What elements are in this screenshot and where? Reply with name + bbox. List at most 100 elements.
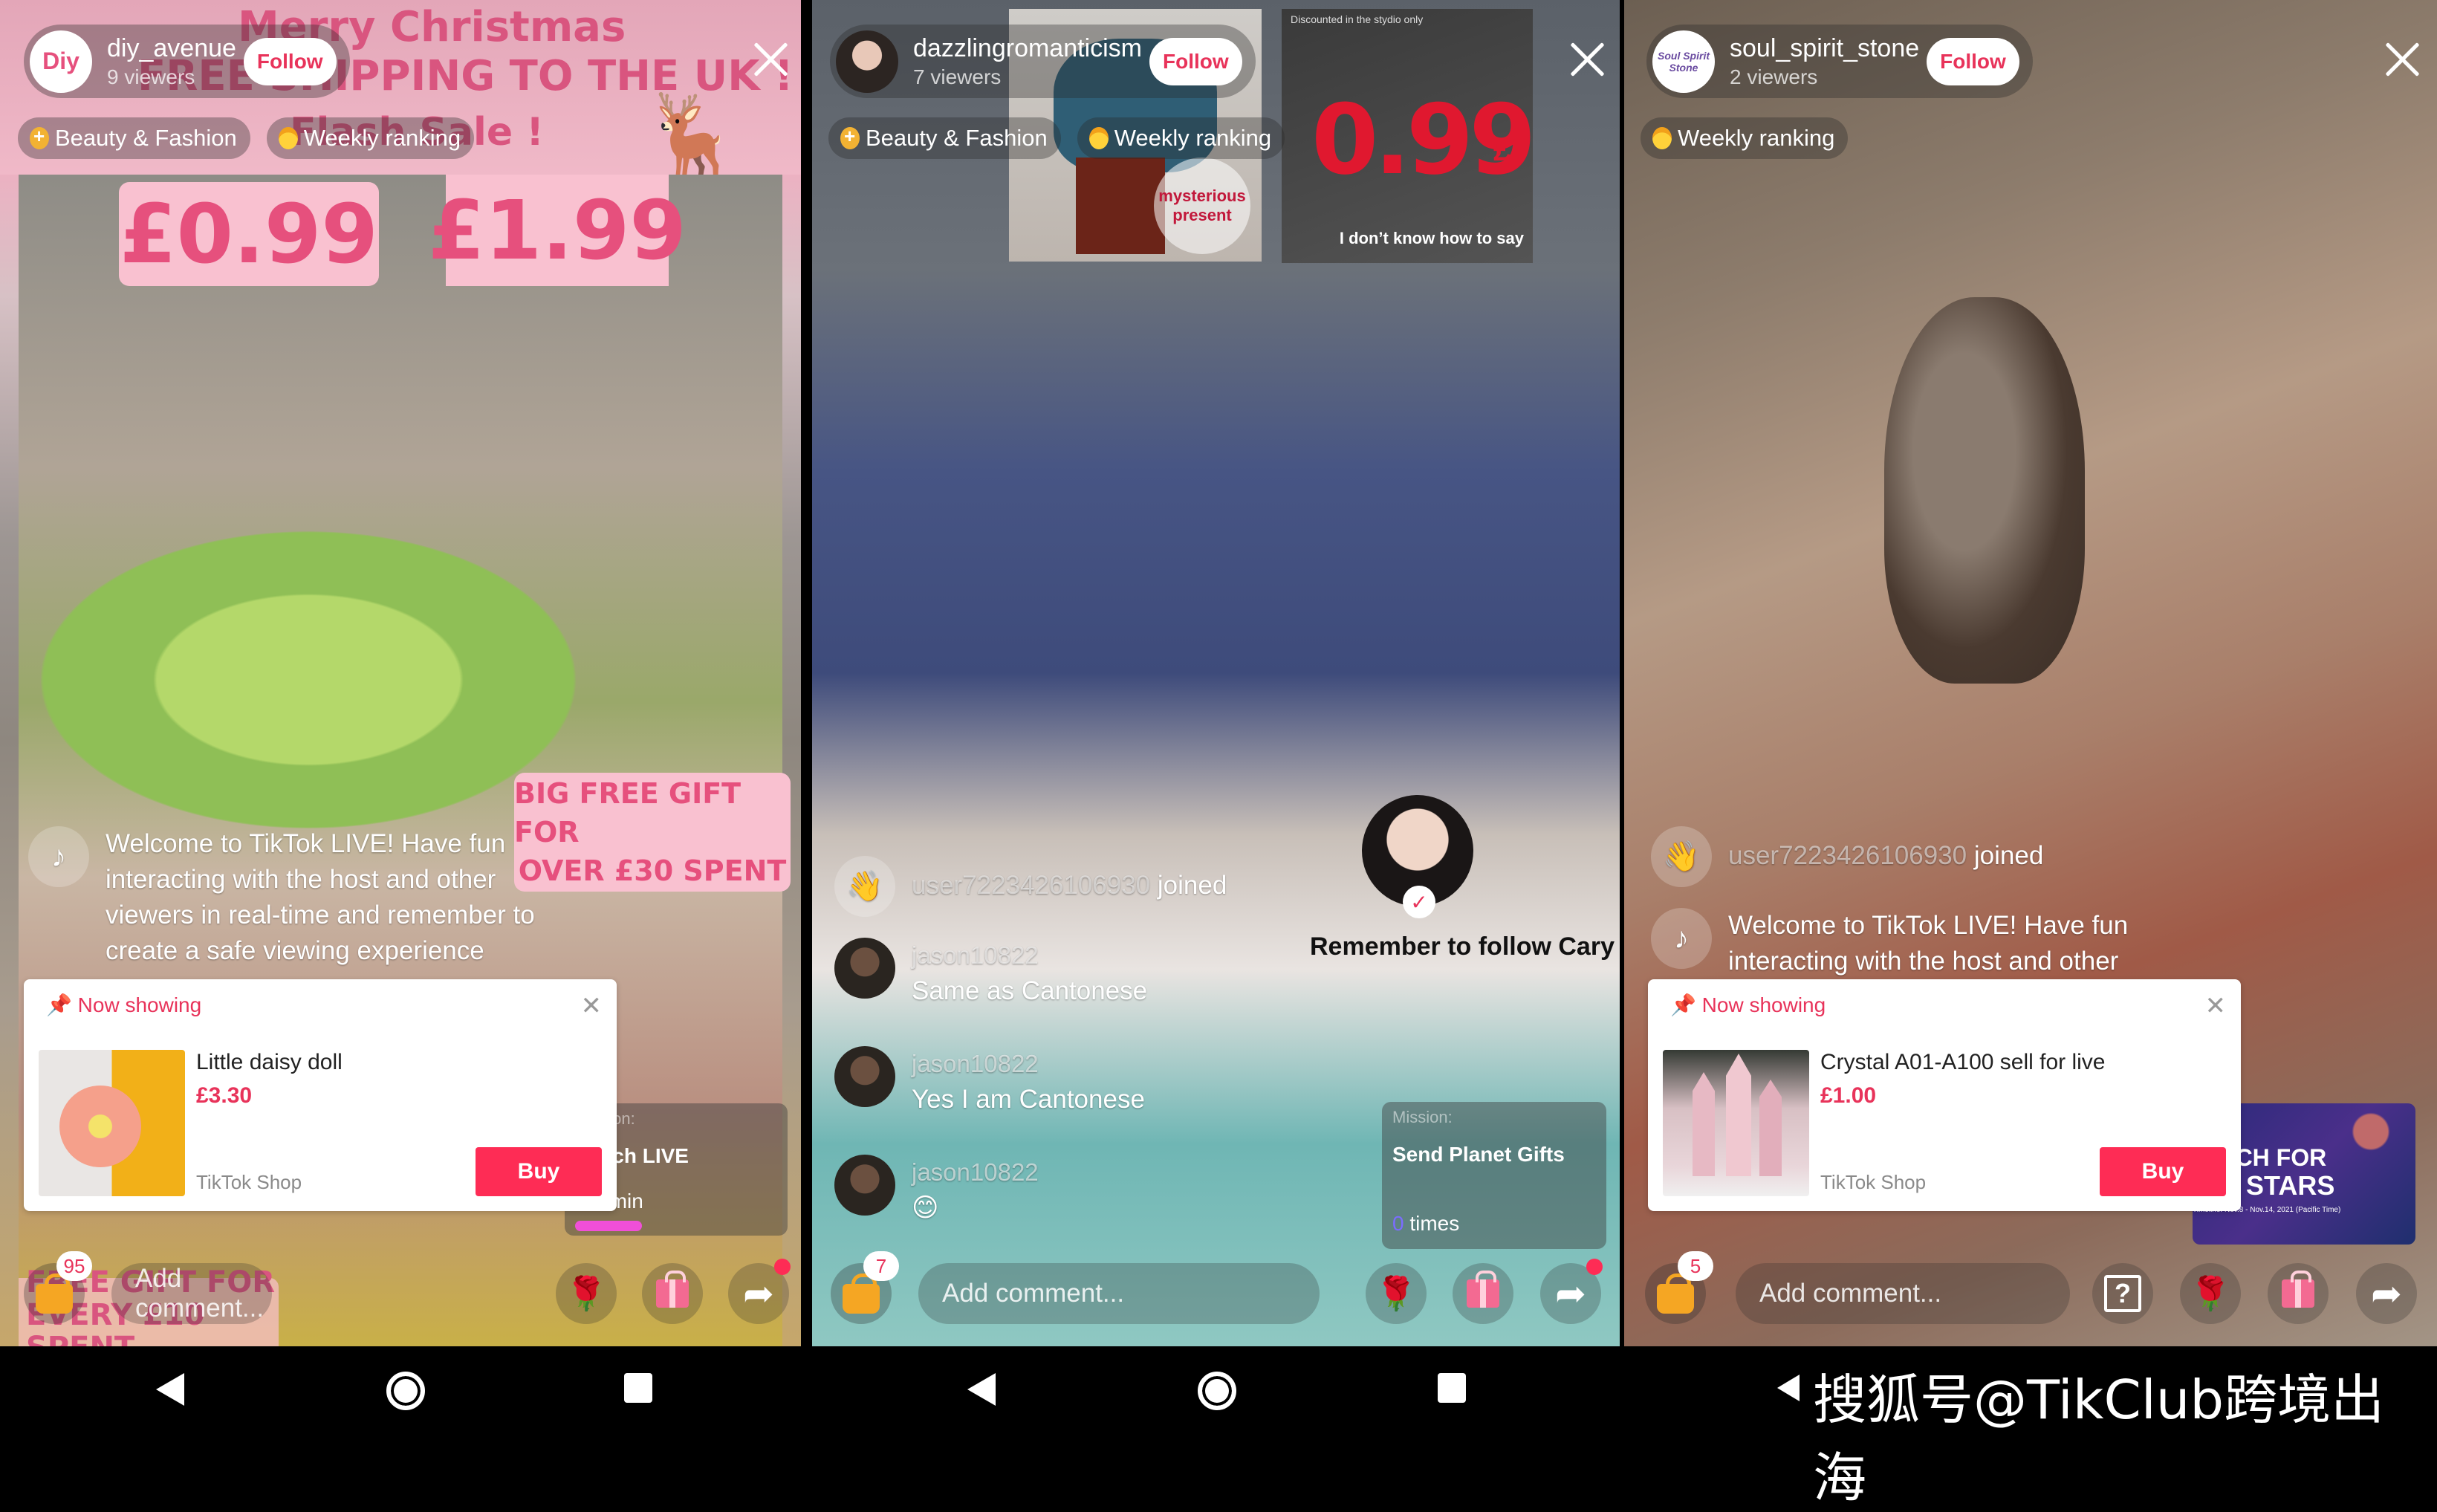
comment-input[interactable]: Add comment...	[918, 1263, 1320, 1324]
follow-reminder-text: Remember to follow Cary	[1310, 932, 1615, 961]
close-icon[interactable]: ✕	[2205, 991, 2227, 1021]
close-icon[interactable]	[1567, 39, 1607, 79]
gift-banner-line-2: OVER £30 SPENT	[518, 854, 787, 887]
chips: Beauty & Fashion Weekly ranking	[18, 117, 475, 159]
share-icon: ➦	[1555, 1273, 1586, 1314]
question-button[interactable]: ?	[2092, 1263, 2153, 1324]
shopping-bag-button[interactable]: 5	[1645, 1251, 1713, 1324]
gift-box-graphic	[1076, 158, 1165, 254]
product-image[interactable]	[39, 1050, 185, 1196]
product-title[interactable]: Crystal A01-A100 sell for live	[1820, 1050, 2106, 1075]
chip-label: Weekly ranking	[303, 125, 461, 151]
chip-label: Weekly ranking	[1114, 125, 1272, 151]
product-card[interactable]: 📌 Now showing ✕ Little daisy doll £3.30 …	[24, 979, 617, 1211]
gift-button[interactable]	[1453, 1263, 1513, 1324]
follow-button[interactable]: Follow	[243, 37, 337, 85]
follow-button[interactable]: Follow	[1927, 37, 2019, 85]
chip-weekly-ranking[interactable]: Weekly ranking	[1641, 117, 1849, 159]
chat-message-join: 👋 user7223426106930 joined	[834, 856, 1227, 917]
share-button[interactable]: ➦	[728, 1259, 791, 1324]
share-button[interactable]: ➦	[1540, 1259, 1603, 1324]
product-card[interactable]: 📌 Now showing ✕ Crystal A01-A100 sell fo…	[1648, 979, 2241, 1211]
product-image[interactable]	[1663, 1050, 1809, 1196]
rose-gift-button[interactable]: 🌹	[1366, 1263, 1427, 1324]
bag-icon-body	[1657, 1284, 1694, 1314]
close-icon[interactable]	[2382, 39, 2422, 79]
gift-button[interactable]	[642, 1263, 703, 1324]
host-username[interactable]: diy_avenue	[107, 33, 236, 64]
gift-icon	[656, 1271, 689, 1308]
chat-avatar[interactable]	[834, 1155, 895, 1216]
promo-caption: Discounted in the stydio only	[1291, 13, 1424, 25]
chat-user[interactable]: user7223426106930	[912, 871, 1150, 900]
buy-button[interactable]: Buy	[476, 1147, 602, 1196]
buy-button[interactable]: Buy	[2100, 1147, 2226, 1196]
share-icon: ➦	[743, 1273, 774, 1314]
chat-text: Welcome to TikTok LIVE! Have fun interac…	[1728, 911, 2129, 976]
chip-beauty-fashion[interactable]: Beauty & Fashion	[828, 117, 1061, 159]
viewer-count[interactable]: 7 viewers	[913, 64, 1142, 91]
host-username[interactable]: soul_spirit_stone	[1730, 33, 1919, 64]
viewer-count[interactable]: 9 viewers	[107, 64, 236, 91]
chips: Beauty & Fashion Weekly ranking	[828, 117, 1285, 159]
home-icon[interactable]	[386, 1372, 425, 1410]
viewer-count[interactable]: 2 viewers	[1730, 64, 1919, 91]
host-avatar[interactable]: Diy	[30, 30, 92, 93]
question-icon: ?	[2104, 1275, 2141, 1312]
host-avatar[interactable]	[836, 30, 898, 93]
rose-icon: 🌹	[2190, 1276, 2231, 1312]
chip-beauty-fashion[interactable]: Beauty & Fashion	[18, 117, 250, 159]
chip-weekly-ranking[interactable]: Weekly ranking	[1077, 117, 1285, 159]
chip-label: Weekly ranking	[1678, 125, 1835, 151]
chat-user[interactable]: jason10822	[912, 938, 1147, 973]
recents-icon[interactable]	[624, 1373, 652, 1403]
mission-widget[interactable]: Mission: Send Planet Gifts 0 times	[1382, 1102, 1606, 1249]
chat-message-system: ♪ Welcome to TikTok LIVE! Have fun inter…	[28, 826, 548, 969]
mission-count: 0 times	[1392, 1212, 1460, 1235]
chat-avatar[interactable]	[834, 1046, 895, 1107]
chat-message: jason10822 Same as Cantonese	[834, 938, 1147, 1009]
comment-input[interactable]: Add comment...	[111, 1263, 272, 1324]
close-icon[interactable]: ✕	[581, 991, 603, 1021]
flame-icon	[278, 127, 298, 149]
rose-gift-button[interactable]: 🌹	[2180, 1263, 2241, 1324]
promo-footer: I don’t know how to say	[1339, 229, 1524, 247]
back-icon[interactable]	[156, 1373, 184, 1406]
chat-avatar[interactable]	[834, 938, 895, 999]
follow-button[interactable]: Follow	[1149, 37, 1242, 85]
gift-banner-line-1: BIG FREE GIFT FOR	[514, 777, 742, 849]
chat-user[interactable]: jason10822	[912, 1155, 1039, 1190]
follow-reminder-avatar[interactable]: ✓	[1362, 795, 1473, 918]
host-info: Diy diy_avenue 9 viewers Follow	[24, 25, 350, 98]
host-info: Soul Spirit Stone soul_spirit_stone 2 vi…	[1646, 25, 2033, 98]
comment-input[interactable]: Add comment...	[1736, 1263, 2070, 1324]
mission-progress-bar	[575, 1221, 642, 1231]
host-username[interactable]: dazzlingromanticism	[913, 33, 1142, 64]
shopping-bag-button[interactable]: 95	[24, 1251, 92, 1324]
gift-button[interactable]	[2268, 1263, 2329, 1324]
product-title[interactable]: Little daisy doll	[196, 1050, 343, 1075]
chat-message: jason10822 Yes I am Cantonese	[834, 1046, 1145, 1117]
host-avatar[interactable]: Soul Spirit Stone	[1652, 30, 1715, 93]
shopping-bag-button[interactable]: 7	[831, 1251, 899, 1324]
product-price: £1.00	[1820, 1083, 1877, 1108]
home-icon[interactable]	[1198, 1372, 1236, 1410]
rose-icon: 🌹	[565, 1276, 607, 1312]
live-panel-soul-spirit-stone: Soul Spirit Stone soul_spirit_stone 2 vi…	[1624, 0, 2437, 1346]
share-icon: ➦	[2371, 1273, 2402, 1314]
promo-card-price: Discounted in the stydio only 0.99 £ I d…	[1282, 9, 1536, 263]
chat-user[interactable]: user7223426106930	[1728, 841, 1967, 870]
recents-icon[interactable]	[1438, 1373, 1466, 1403]
chat-text: Yes I am Cantonese	[912, 1085, 1145, 1114]
tiktok-icon: ♪	[1651, 908, 1712, 969]
chip-weekly-ranking[interactable]: Weekly ranking	[266, 117, 475, 159]
back-icon[interactable]	[967, 1373, 996, 1406]
back-icon[interactable]	[1777, 1375, 1800, 1401]
price-tag-2: £1.99	[428, 175, 687, 286]
rose-gift-button[interactable]: 🌹	[556, 1263, 617, 1324]
chat-user[interactable]: jason10822	[912, 1046, 1145, 1082]
mystery-line-1: mysterious	[1158, 186, 1246, 205]
tiktok-icon: ♪	[28, 826, 89, 887]
share-button[interactable]: ➦	[2356, 1263, 2417, 1324]
close-icon[interactable]	[750, 39, 791, 79]
